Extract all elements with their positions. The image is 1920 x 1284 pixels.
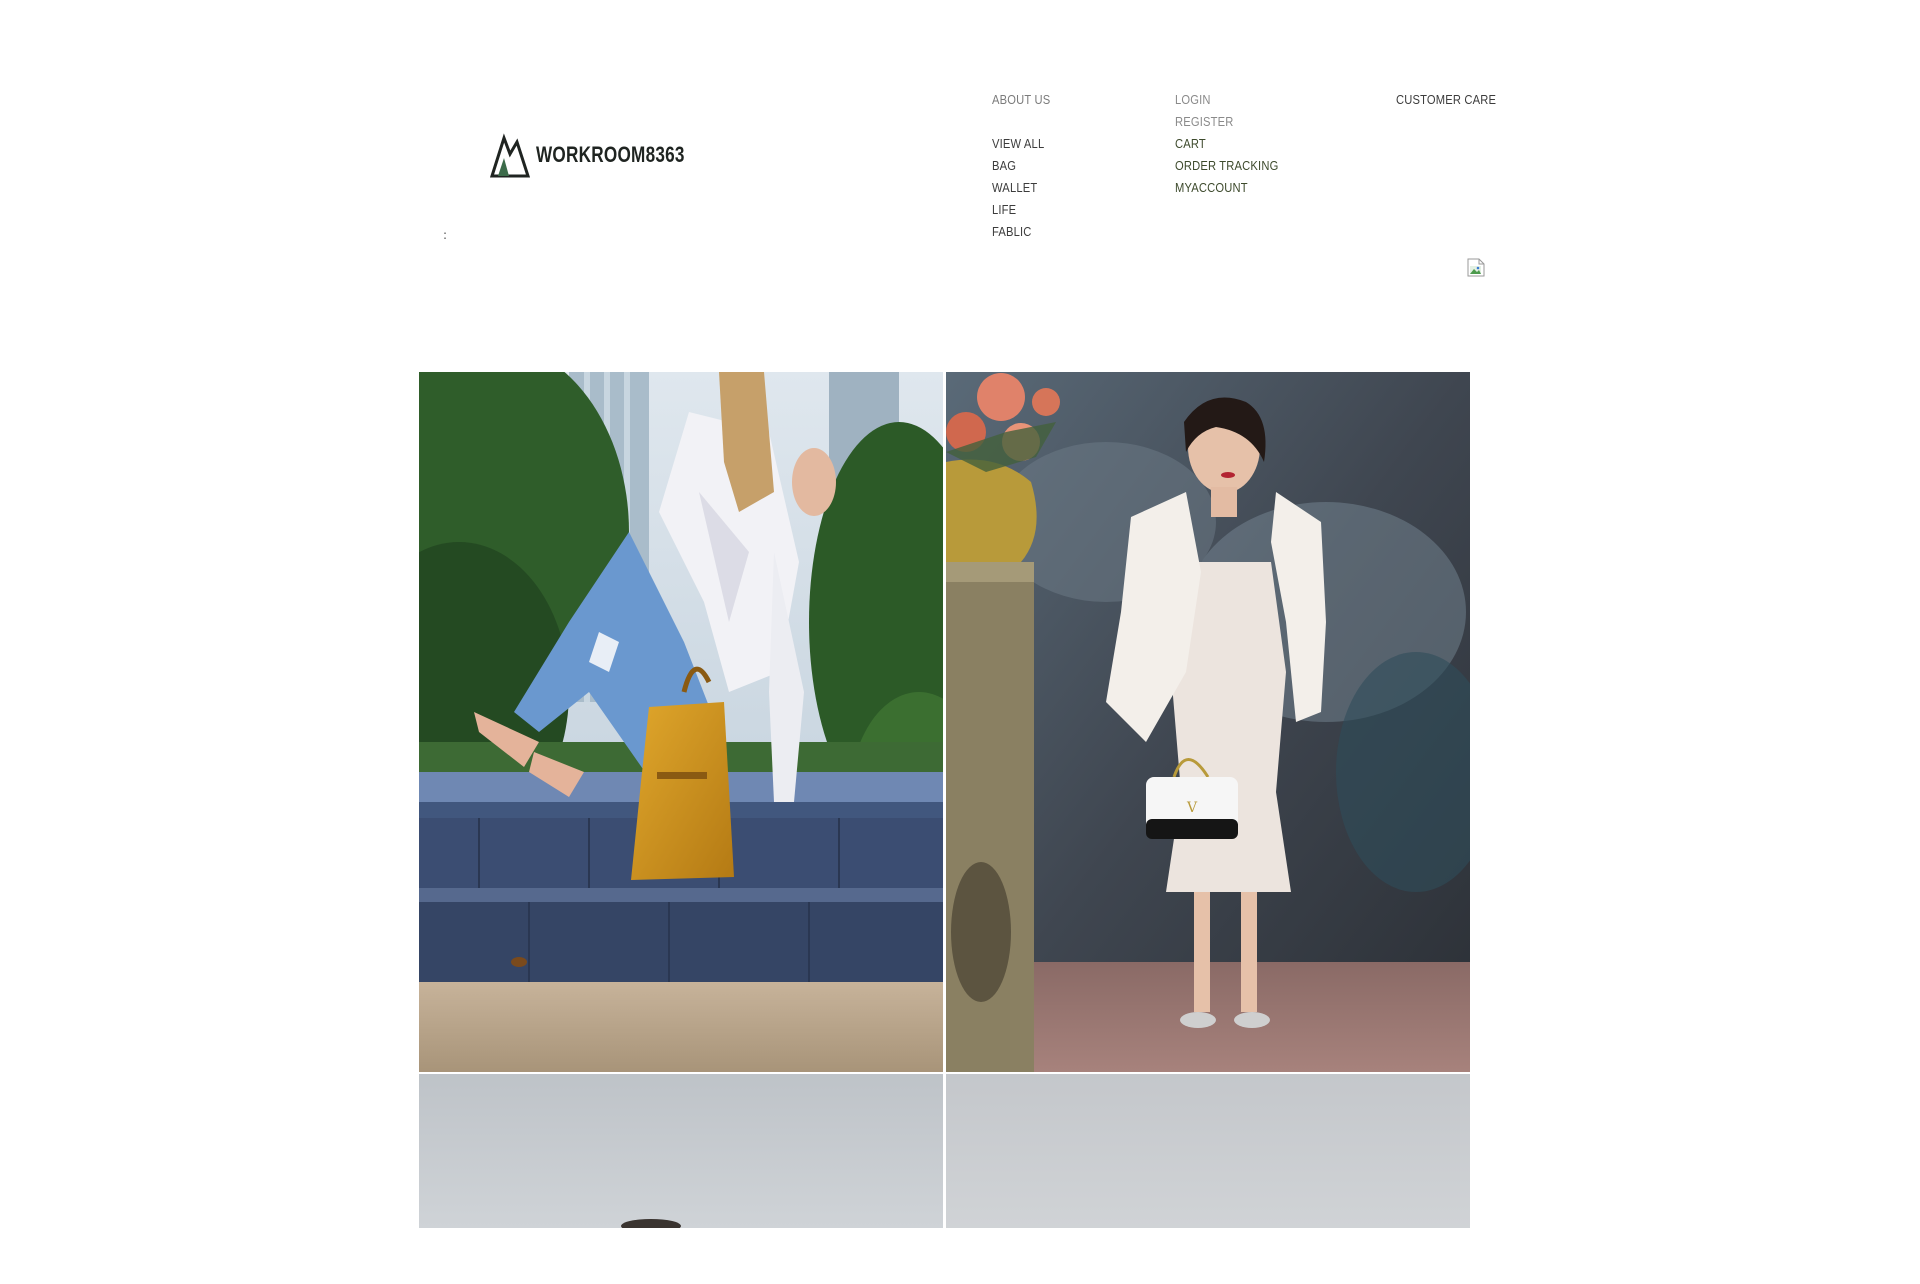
nav-fablic[interactable]: FABLIC [992, 221, 1032, 243]
menu-spacer [992, 110, 1060, 132]
photo-woman-sitting-with-mustard-tote-bag [419, 372, 943, 1072]
logo-text: WORKROOM8363 [536, 142, 685, 167]
gallery-tile[interactable] [419, 1074, 943, 1228]
shop-menu: ABOUT US VIEW ALL BAG WALLET LIFE FABLIC [992, 88, 1060, 242]
broken-image-icon [1467, 258, 1485, 277]
nav-login[interactable]: LOGIN [1175, 89, 1211, 111]
nav-wallet[interactable]: WALLET [992, 177, 1037, 199]
nav-about-us[interactable]: ABOUT US [992, 89, 1050, 111]
nav-customer-care[interactable]: CUSTOMER CARE [1396, 89, 1496, 111]
nav-bag[interactable]: BAG [992, 155, 1016, 177]
product-gallery: V [419, 372, 1470, 1228]
page: WORKROOM8363 : ABOUT US VIEW ALL BAG WAL… [0, 0, 1920, 1284]
header-separator: : [443, 228, 448, 242]
nav-myaccount[interactable]: MYACCOUNT [1175, 177, 1248, 199]
site-logo[interactable]: WORKROOM8363 [490, 132, 727, 178]
svg-text:V: V [1186, 800, 1198, 816]
photo-woman-white-dress-with-handbag: V [946, 372, 1470, 1072]
nav-life[interactable]: LIFE [992, 199, 1016, 221]
gallery-tile[interactable]: V [946, 372, 1470, 1072]
photo-grey-sky-partial [419, 1074, 943, 1228]
customer-care-menu: CUSTOMER CARE [1396, 88, 1512, 110]
gallery-tile[interactable] [946, 1074, 1470, 1228]
nav-view-all[interactable]: VIEW ALL [992, 133, 1044, 155]
nav-cart[interactable]: CART [1175, 133, 1206, 155]
gallery-tile[interactable] [419, 372, 943, 1072]
nav-register[interactable]: REGISTER [1175, 111, 1234, 133]
account-menu: LOGIN REGISTER CART ORDER TRACKING MYACC… [1175, 88, 1295, 198]
mountain-logo-icon [490, 133, 530, 178]
nav-order-tracking[interactable]: ORDER TRACKING [1175, 155, 1278, 177]
photo-grey-sky-partial [946, 1074, 1470, 1228]
